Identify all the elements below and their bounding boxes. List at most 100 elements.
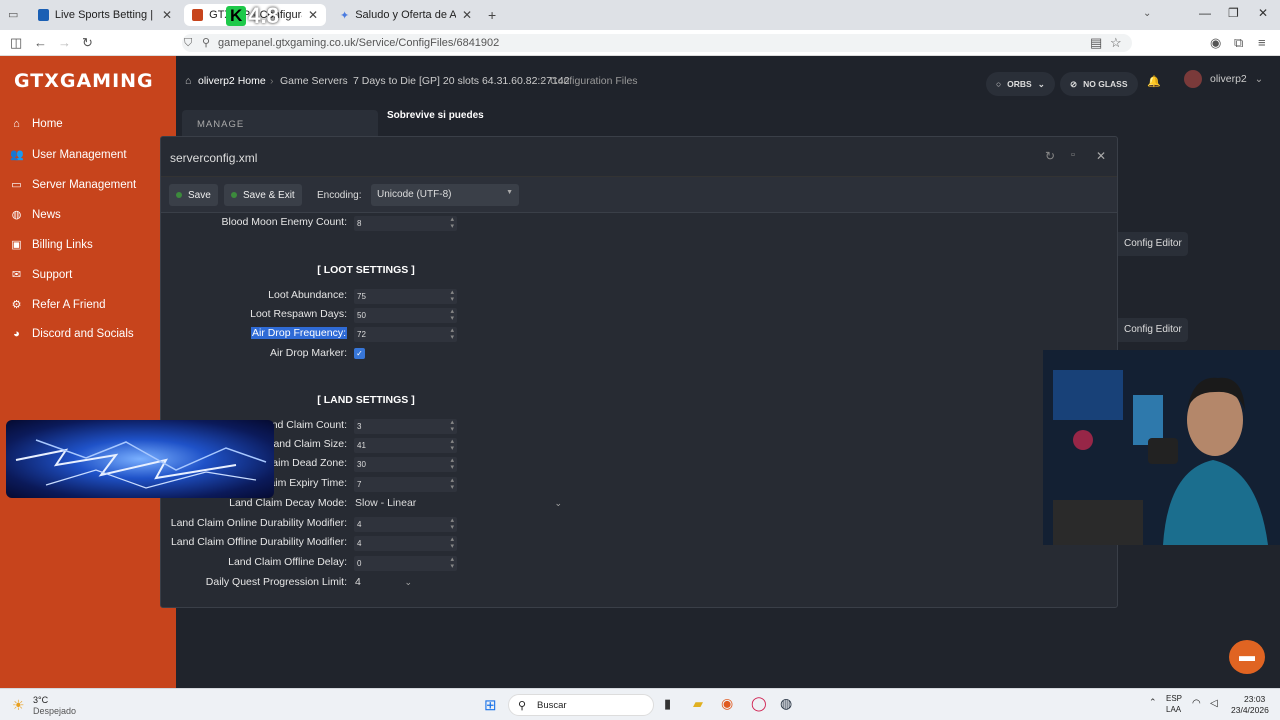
volume-icon[interactable]: ◁ bbox=[1210, 698, 1218, 709]
chat-support-button[interactable]: ▬ bbox=[1229, 640, 1265, 674]
sidebar-item-label: Refer A Friend bbox=[32, 298, 106, 311]
close-icon[interactable]: ✕ bbox=[462, 8, 472, 22]
taskbar-search[interactable]: ⚲ Buscar bbox=[508, 694, 654, 716]
input-value: 7 bbox=[357, 480, 362, 489]
stepper-icon[interactable]: ▴ ▾ bbox=[450, 327, 454, 341]
stepper-icon[interactable]: ▴ ▾ bbox=[450, 438, 454, 452]
firefox-icon[interactable]: ◉ bbox=[721, 695, 733, 712]
close-icon[interactable]: ✕ bbox=[308, 8, 318, 22]
back-icon[interactable]: ← bbox=[34, 35, 47, 50]
daily-quest-select[interactable]: 4 ⌄ bbox=[354, 575, 416, 590]
input-value: 3 bbox=[357, 422, 362, 431]
sidebar-item-home[interactable]: ⌂ Home bbox=[10, 118, 63, 130]
sidebar-item-discord[interactable]: ◕ Discord and Socials bbox=[10, 328, 133, 340]
no-glass-toggle[interactable]: ⊘ NO GLASS bbox=[1060, 72, 1138, 96]
land-claim-expiry-input[interactable]: 7 ▴ ▾ bbox=[354, 477, 457, 492]
stepper-icon[interactable]: ▴ ▾ bbox=[450, 216, 454, 230]
wifi-icon[interactable]: ◠ bbox=[1192, 698, 1201, 709]
breadcrumb-separator: › bbox=[540, 75, 544, 87]
stepper-icon[interactable]: ▴ ▾ bbox=[450, 419, 454, 433]
blood-moon-input[interactable]: 8 ▴ ▾ bbox=[354, 216, 457, 231]
tab-list-icon[interactable]: ▭ bbox=[8, 8, 18, 21]
clock-date[interactable]: 23/4/2026 bbox=[1231, 705, 1269, 715]
land-claim-count-input[interactable]: 3 ▴ ▾ bbox=[354, 419, 457, 434]
reload-icon[interactable]: ↻ bbox=[82, 35, 93, 51]
online-durability-input[interactable]: 4 ▴ ▾ bbox=[354, 517, 457, 532]
minimize-button[interactable]: — bbox=[1199, 6, 1211, 20]
user-menu[interactable]: oliverp2 ⌄ bbox=[1184, 70, 1263, 88]
loot-abundance-input[interactable]: 75 ▴ ▾ bbox=[354, 289, 457, 304]
tab-1xbet[interactable]: Live Sports Betting | 1xBet Boliv ✕ bbox=[30, 4, 180, 26]
sidebar-toggle-icon[interactable]: ◫ bbox=[10, 35, 22, 51]
stepper-icon[interactable]: ▴ ▾ bbox=[450, 477, 454, 491]
sidebar-item-server-management[interactable]: ▭ Server Management bbox=[10, 178, 136, 192]
offline-delay-input[interactable]: 0 ▴ ▾ bbox=[354, 556, 457, 571]
bell-icon[interactable]: 🔔 bbox=[1147, 75, 1161, 88]
weather-icon[interactable]: ☀ bbox=[12, 697, 25, 714]
save-button[interactable]: Save bbox=[169, 184, 218, 206]
air-drop-frequency-input[interactable]: 72 ▴ ▾ bbox=[354, 327, 457, 342]
new-tab-button[interactable]: + bbox=[488, 7, 496, 23]
reader-icon[interactable]: ▤ bbox=[1090, 35, 1102, 51]
breadcrumb-game-servers[interactable]: Game Servers bbox=[280, 75, 348, 87]
encoding-value: Unicode (UTF-8) bbox=[377, 189, 452, 200]
config-editor-label: Config Editor bbox=[1124, 238, 1182, 249]
account-icon[interactable]: ◉ bbox=[1210, 35, 1221, 51]
avatar bbox=[1184, 70, 1202, 88]
weather-temp[interactable]: 3°C bbox=[33, 695, 48, 705]
stream-overlay-banner bbox=[6, 420, 274, 498]
sidebar-item-refer[interactable]: ⚙ Refer A Friend bbox=[10, 298, 106, 312]
extensions-icon[interactable]: ⧉ bbox=[1234, 35, 1243, 51]
sidebar-item-support[interactable]: ✉ Support bbox=[10, 268, 72, 282]
stepper-icon[interactable]: ▴ ▾ bbox=[450, 289, 454, 303]
save-exit-button[interactable]: Save & Exit bbox=[224, 184, 302, 206]
maximize-icon[interactable]: ▫ bbox=[1071, 149, 1075, 161]
config-editor-button[interactable]: Config Editor bbox=[1118, 232, 1188, 256]
close-window-button[interactable]: ✕ bbox=[1258, 6, 1268, 20]
breadcrumb-home[interactable]: oliverp2 Home bbox=[198, 75, 266, 87]
land-claim-size-input[interactable]: 41 ▴ ▾ bbox=[354, 438, 457, 453]
stepper-icon[interactable]: ▴ ▾ bbox=[450, 457, 454, 471]
keyboard-layout[interactable]: LAA bbox=[1166, 705, 1181, 714]
tab-gemini[interactable]: ✦ Saludo y Oferta de Ayuda - Goo ✕ bbox=[332, 4, 480, 26]
forward-icon[interactable]: → bbox=[58, 35, 71, 50]
decay-mode-select[interactable]: Slow - Linear ⌄ bbox=[354, 496, 566, 511]
refresh-icon[interactable]: ↻ bbox=[1045, 149, 1055, 163]
url-field[interactable]: ⛉ ⚲ gamepanel.gtxgaming.co.uk/Service/Co… bbox=[182, 34, 1132, 52]
close-icon[interactable]: ✕ bbox=[1096, 149, 1106, 163]
air-drop-marker-checkbox[interactable]: ✓ bbox=[354, 348, 365, 359]
stepper-icon[interactable]: ▴ ▾ bbox=[450, 536, 454, 550]
decay-mode-label: Land Claim Decay Mode: bbox=[229, 497, 347, 509]
opera-icon[interactable]: ◯ bbox=[751, 695, 767, 712]
stepper-icon[interactable]: ▴ ▾ bbox=[450, 517, 454, 531]
orbs-label: ORBS bbox=[1007, 79, 1032, 89]
config-editor-label: Config Editor bbox=[1124, 324, 1182, 335]
encoding-select[interactable]: Unicode (UTF-8) ▼ bbox=[371, 184, 519, 206]
task-view-icon[interactable]: ▮ bbox=[664, 696, 671, 712]
close-icon[interactable]: ✕ bbox=[162, 8, 172, 22]
sidebar-item-billing[interactable]: ▣ Billing Links bbox=[10, 238, 92, 252]
chevron-up-icon[interactable]: ⌃ bbox=[1149, 697, 1157, 708]
weather-desc[interactable]: Despejado bbox=[33, 706, 76, 716]
bookmark-star-icon[interactable]: ☆ bbox=[1110, 35, 1122, 51]
menu-icon[interactable]: ≡ bbox=[1258, 35, 1266, 50]
stepper-icon[interactable]: ▴ ▾ bbox=[450, 556, 454, 570]
file-explorer-icon[interactable]: ▰ bbox=[693, 696, 703, 712]
config-editor-button[interactable]: Config Editor bbox=[1118, 318, 1188, 342]
steam-icon[interactable]: ◍ bbox=[780, 695, 792, 712]
breadcrumb-server[interactable]: 7 Days to Die [GP] 20 slots 64.31.60.82:… bbox=[353, 75, 570, 87]
offline-durability-input[interactable]: 4 ▴ ▾ bbox=[354, 536, 457, 551]
clock-time[interactable]: 23:03 bbox=[1244, 694, 1265, 704]
sidebar-item-news[interactable]: ◍ News bbox=[10, 208, 61, 222]
address-bar-row: ◫ ← → ↻ ⛉ ⚲ gamepanel.gtxgaming.co.uk/Se… bbox=[0, 30, 1280, 56]
stepper-icon[interactable]: ▴ ▾ bbox=[450, 308, 454, 322]
windows-start-icon[interactable]: ⊞ bbox=[484, 696, 497, 714]
orbs-dropdown[interactable]: ○ ORBS ⌄ bbox=[986, 72, 1055, 96]
loot-respawn-input[interactable]: 50 ▴ ▾ bbox=[354, 308, 457, 323]
maximize-button[interactable]: ❐ bbox=[1228, 6, 1239, 20]
language-indicator[interactable]: ESP bbox=[1166, 694, 1182, 703]
land-claim-dead-zone-input[interactable]: 30 ▴ ▾ bbox=[354, 457, 457, 472]
sidebar-item-user-management[interactable]: 👥 User Management bbox=[10, 148, 127, 162]
chevron-down-icon[interactable]: ⌄ bbox=[1143, 8, 1151, 19]
gtx-logo[interactable]: GTXGAMING bbox=[14, 70, 154, 92]
